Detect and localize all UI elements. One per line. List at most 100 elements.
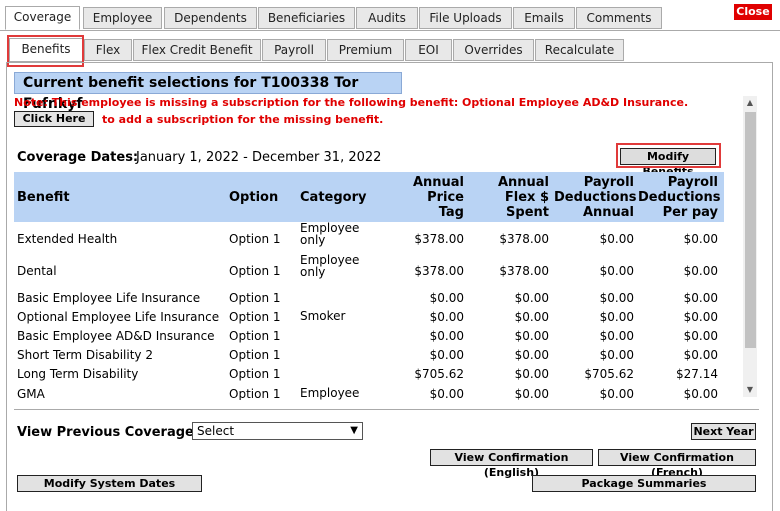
cell-price: $0.00 [429, 329, 464, 343]
tab-payroll[interactable]: Payroll [262, 39, 326, 61]
cell-annual: $0.00 [599, 264, 634, 278]
col-benefit: Benefit [17, 190, 70, 205]
click-here-button[interactable]: Click Here [14, 111, 94, 127]
cell-benefit: Optional Employee Life Insurance [17, 310, 220, 324]
tab-dependents[interactable]: Dependents [164, 7, 257, 29]
scroll-up-icon[interactable]: ▲ [743, 96, 757, 110]
tab-employee[interactable]: Employee [83, 7, 162, 29]
tab-flex[interactable]: Flex [84, 39, 132, 61]
cell-annual: $0.00 [599, 291, 634, 305]
view-confirmation-english-button[interactable]: View Confirmation (English) [430, 449, 593, 479]
cell-price: $0.00 [429, 348, 464, 362]
cell-option: Option 1 [229, 348, 281, 362]
divider [14, 409, 759, 410]
cell-option: Option 1 [229, 329, 281, 343]
cell-perpay: $0.00 [683, 348, 718, 362]
page-title: Current benefit selections for T100338 T… [14, 72, 402, 112]
cell-perpay: $27.14 [676, 367, 718, 381]
add-subscription-text: to add a subscription for the missing be… [102, 113, 384, 126]
tab-divider [0, 30, 780, 31]
benefits-table-body: Extended Health Option 1 Employee only $378… [14, 222, 724, 400]
next-year-button[interactable]: Next Year [691, 423, 756, 440]
tab-audits[interactable]: Audits [356, 7, 418, 29]
cell-flex: $0.00 [514, 387, 549, 400]
cell-annual: $0.00 [599, 348, 634, 362]
cell-price: $378.00 [414, 232, 464, 246]
cell-benefit: Basic Employee AD&D Insurance [17, 329, 215, 343]
cell-benefit: Basic Employee Life Insurance [17, 291, 201, 305]
cell-option: Option 1 [229, 367, 281, 381]
tab-overrides[interactable]: Overrides [453, 39, 534, 61]
cell-perpay: $0.00 [683, 291, 718, 305]
cell-flex: $0.00 [514, 291, 549, 305]
select-value: Select [197, 424, 235, 438]
cell-perpay: $0.00 [683, 310, 718, 324]
cell-category: Employee only [300, 253, 360, 279]
cell-flex: $378.00 [499, 264, 549, 278]
cell-benefit: GMA [17, 387, 45, 400]
modify-system-dates-button[interactable]: Modify System Dates [17, 475, 202, 492]
cell-benefit: Extended Health [17, 232, 118, 246]
table-row: GMA Option 1 Employee $0.00 $0.00 $0.00 $0.00 [14, 384, 724, 400]
table-row: Extended Health Option 1 Employee only $378… [14, 222, 724, 246]
tab-coverage[interactable]: Coverage [5, 6, 80, 30]
cell-price: $0.00 [429, 310, 464, 324]
table-row: Dental Option 1 Employee only $378.00 $378.0… [14, 254, 724, 278]
cell-annual: $0.00 [599, 387, 634, 400]
cell-option: Option 1 [229, 232, 281, 246]
tab-beneficiaries[interactable]: Beneficiaries [258, 7, 355, 29]
tab-emails[interactable]: Emails [513, 7, 575, 29]
view-confirmation-french-button[interactable]: View Confirmation (French) [598, 449, 756, 479]
table-row: Long Term Disability Option 1 $705.62 $0.00… [14, 364, 724, 384]
coverage-dates-label: Coverage Dates: [17, 150, 139, 165]
cell-flex: $0.00 [514, 329, 549, 343]
col-annual-flex-spent: Annual Flex $ Spent [497, 175, 549, 220]
col-annual-price-tag: Annual Price Tag [412, 175, 464, 220]
previous-coverage-select[interactable]: Select ▼ [192, 422, 363, 440]
tab-premium[interactable]: Premium [327, 39, 404, 61]
cell-benefit: Dental [17, 264, 57, 278]
coverage-dates-value: January 1, 2022 - December 31, 2022 [136, 150, 382, 165]
col-payroll-annual: Payroll Deductions Annual [554, 175, 637, 220]
cell-perpay: $0.00 [683, 232, 718, 246]
missing-subscription-note: Note: This employee is missing a subscri… [14, 96, 689, 109]
cell-flex: $378.00 [499, 232, 549, 246]
col-option: Option [229, 190, 279, 205]
cell-benefit: Short Term Disability 2 [17, 348, 153, 362]
col-payroll-per-pay: Payroll Deductions Per pay [638, 175, 721, 220]
tab-flex-credit-benefit[interactable]: Flex Credit Benefit [133, 39, 261, 61]
cell-annual: $0.00 [599, 329, 634, 343]
cell-category: Employee only [300, 222, 360, 247]
table-row: Basic Employee AD&D Insurance Option 1 $0.… [14, 326, 724, 346]
tab-recalculate[interactable]: Recalculate [535, 39, 624, 61]
package-summaries-button[interactable]: Package Summaries [532, 475, 756, 492]
cell-flex: $0.00 [514, 310, 549, 324]
tab-eoi[interactable]: EOI [405, 39, 452, 61]
tab-comments[interactable]: Comments [576, 7, 662, 29]
cell-option: Option 1 [229, 291, 281, 305]
cell-flex: $0.00 [514, 367, 549, 381]
col-category: Category [300, 190, 367, 205]
benefits-table-header: Benefit Option Category Annual Price Tag… [14, 172, 724, 222]
cell-category: Smoker [300, 309, 346, 323]
tab-file-uploads[interactable]: File Uploads [419, 7, 512, 29]
cell-flex: $0.00 [514, 348, 549, 362]
cell-perpay: $0.00 [683, 387, 718, 400]
cell-annual: $0.00 [599, 232, 634, 246]
cell-price: $0.00 [429, 387, 464, 400]
cell-annual: $705.62 [584, 367, 634, 381]
cell-option: Option 1 [229, 387, 281, 400]
cell-option: Option 1 [229, 310, 281, 324]
close-button[interactable]: Close [734, 4, 772, 20]
scroll-down-icon[interactable]: ▼ [743, 383, 757, 397]
chevron-down-icon: ▼ [350, 425, 358, 436]
table-row: Optional Employee Life Insurance Option 1… [14, 307, 724, 327]
cell-price: $0.00 [429, 291, 464, 305]
cell-annual: $0.00 [599, 310, 634, 324]
cell-price: $705.62 [414, 367, 464, 381]
top-tab-bar: Coverage Employee Dependents Beneficiari… [0, 0, 780, 31]
table-row: Basic Employee Life Insurance Option 1 $0.… [14, 288, 724, 308]
view-previous-coverage-label: View Previous Coverage: [17, 425, 200, 440]
cell-category: Employee [300, 386, 360, 400]
scrollbar-thumb[interactable] [745, 112, 756, 348]
